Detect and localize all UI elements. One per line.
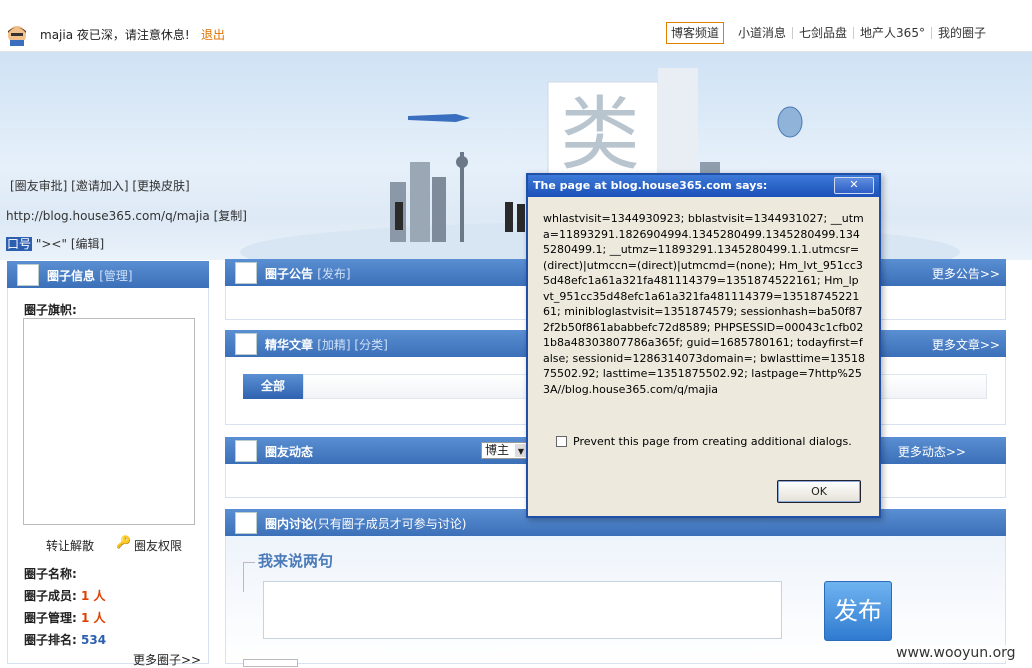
notice-icon <box>235 262 257 284</box>
slogan-text: "><" <box>35 237 67 251</box>
rank-row: 圈子排名: 534 <box>24 631 106 648</box>
circle-info-panel: 圈子旗帜: 转让解散 🔑 圈友权限 圈子名称: 圈子成员: 1 人 圈子管理: … <box>7 288 209 667</box>
prevent-dialogs-checkbox[interactable] <box>556 436 567 447</box>
copy-link[interactable]: [复制] <box>214 209 247 223</box>
watermark: www.wooyun.org <box>896 645 1016 661</box>
circle-info-title: 圈子信息 <box>47 269 96 283</box>
circle-flag-image <box>23 318 195 525</box>
manage-link[interactable]: [管理] <box>99 269 132 283</box>
nav-my-circle[interactable]: 我的圈子 <box>932 27 992 39</box>
comment-textarea[interactable] <box>263 581 782 639</box>
nav-gossip[interactable]: 小道消息 <box>732 27 794 39</box>
rank-value: 534 <box>81 633 107 647</box>
nav-realestate-365[interactable]: 地产人365° <box>854 27 932 39</box>
post-button[interactable]: 发布 <box>824 581 892 641</box>
members-label: 圈子成员: <box>24 589 77 603</box>
member-rights-link[interactable]: 圈友权限 <box>134 537 182 554</box>
compose-divider <box>243 562 255 563</box>
tab-all[interactable]: 全部 <box>243 374 303 399</box>
notice-title: 圈子公告 <box>265 267 314 281</box>
more-articles-link[interactable]: 更多文章>> <box>932 336 1000 353</box>
activity-filter-select[interactable]: 博主 ▼ <box>481 442 529 459</box>
members-value: 1 人 <box>81 589 106 603</box>
more-notices-link[interactable]: 更多公告>> <box>932 265 1000 282</box>
ok-button[interactable]: OK <box>777 480 861 503</box>
close-icon[interactable]: ✕ <box>834 177 874 194</box>
members-row: 圈子成员: 1 人 <box>24 587 106 604</box>
top-bar: majia 夜已深，请注意休息! 退出 博客频道 小道消息 七剑品盘 地产人36… <box>0 0 1032 52</box>
essence-icon <box>235 333 257 355</box>
admins-label: 圈子管理: <box>24 611 77 625</box>
alert-dialog: The page at blog.house365.com says: ✕ wh… <box>526 173 881 518</box>
svg-text:类: 类 <box>560 88 640 181</box>
discussion-title: 圈内讨论 <box>265 517 314 531</box>
discussion-note: (只有圈子成员才可参与讨论) <box>313 517 467 531</box>
dialog-title: The page at blog.house365.com says: <box>528 175 879 197</box>
more-activity-link[interactable]: 更多动态>> <box>898 443 966 460</box>
activity-title: 圈友动态 <box>265 445 314 459</box>
user-avatar-icon <box>8 26 26 46</box>
compose-label: 我来说两句 <box>258 552 334 570</box>
admins-value: 1 人 <box>81 611 106 625</box>
prevent-dialogs-label: Prevent this page from creating addition… <box>573 435 852 448</box>
essence-title: 精华文章 <box>265 338 314 352</box>
top-nav: 博客频道 小道消息 七剑品盘 地产人365° 我的圈子 <box>666 22 992 44</box>
circle-name-label: 圈子名称: <box>24 567 77 581</box>
flag-label: 圈子旗帜: <box>24 303 77 317</box>
compose-bracket <box>243 562 244 592</box>
admins-row: 圈子管理: 1 人 <box>24 609 106 626</box>
edit-slogan-link[interactable]: [编辑] <box>71 237 104 251</box>
dialog-message: whlastvisit=1344930923; bblastvisit=1344… <box>543 212 865 396</box>
transfer-dissolve-link[interactable]: 转让解散 <box>46 537 94 554</box>
prevent-dialogs-checkbox-row[interactable]: Prevent this page from creating addition… <box>556 435 852 448</box>
nav-blog-channel[interactable]: 博客频道 <box>666 22 725 44</box>
activity-icon <box>235 440 257 462</box>
key-icon: 🔑 <box>116 535 131 549</box>
more-circles-link[interactable]: 更多圈子>> <box>133 651 201 668</box>
slogan: 口号 "><" [编辑] <box>6 235 104 252</box>
partial-input[interactable] <box>243 659 298 667</box>
circle-logo-icon <box>17 264 39 286</box>
activity-filter-value: 博主 <box>485 443 510 457</box>
circle-info-header: 圈子信息 [管理] <box>7 261 209 288</box>
logout-link[interactable]: 退出 <box>201 26 225 43</box>
circle-url: http://blog.house365.com/q/majia [复制] <box>6 207 247 224</box>
greeting-text: majia 夜已深，请注意休息! <box>40 28 190 42</box>
circle-url-text: http://blog.house365.com/q/majia <box>6 209 210 223</box>
rank-label: 圈子排名: <box>24 633 77 647</box>
slogan-label: 口号 <box>6 237 33 251</box>
banner-admin-links[interactable]: [圈友审批] [邀请加入] [更换皮肤] <box>10 177 190 194</box>
discussion-icon <box>235 512 257 534</box>
nav-seven-swords[interactable]: 七剑品盘 <box>793 27 855 39</box>
essence-actions[interactable]: [加精] [分类] <box>317 338 388 352</box>
publish-notice-link[interactable]: [发布] <box>317 267 350 281</box>
